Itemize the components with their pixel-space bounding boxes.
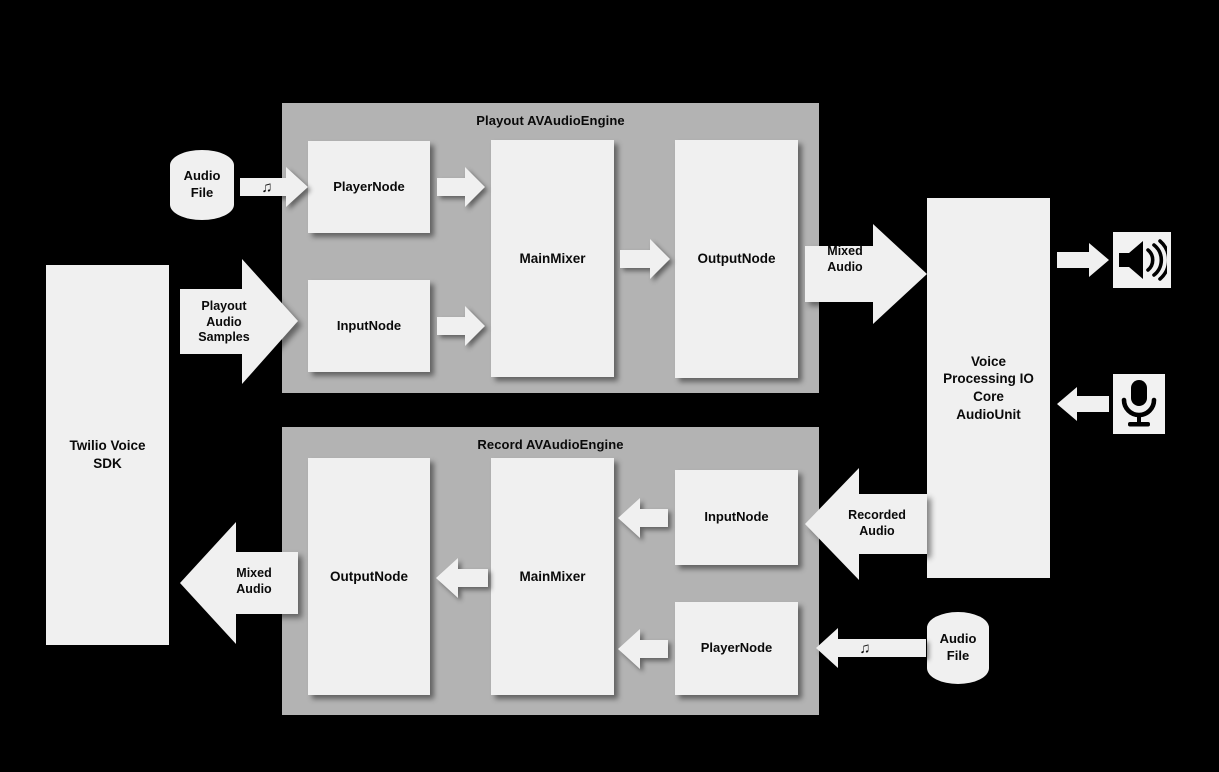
record-output-node: OutputNode	[308, 458, 430, 695]
arrow-mixed-audio-to-sdk	[180, 522, 298, 644]
audio-file-top-line2: File	[190, 185, 214, 200]
arrow-mixer-to-output-record	[436, 558, 488, 598]
audiounit-line2: Processing IO	[943, 371, 1034, 387]
arrow-player-to-mixer-record	[618, 629, 668, 669]
speaker-icon	[1113, 232, 1171, 288]
diagram-canvas: Playout AVAudioEngine PlayerNode InputNo…	[0, 0, 1219, 772]
arrow-mixed-audio-to-audiounit	[805, 224, 927, 324]
record-engine-title: Record AVAudioEngine	[477, 437, 624, 452]
audio-file-bottom-line1: Audio	[939, 631, 977, 647]
playout-input-node: InputNode	[308, 280, 430, 372]
arrow-input-to-mixer-playout	[437, 306, 485, 346]
audio-file-bottom-line2: File	[946, 648, 970, 663]
playout-engine-title: Playout AVAudioEngine	[476, 113, 625, 128]
arrow-recorded-audio	[805, 468, 927, 580]
arrow-mixer-to-output-playout	[620, 239, 670, 279]
playout-player-node: PlayerNode	[308, 141, 430, 233]
audio-file-top-cylinder: Audio File	[170, 150, 234, 220]
voice-processing-io-audiounit-box: Voice Processing IO Core AudioUnit	[927, 198, 1050, 578]
arrow-audiofile-to-player-record	[816, 628, 926, 668]
arrow-playout-audio-samples	[180, 259, 298, 384]
audiounit-line3: Core	[973, 389, 1004, 404]
arrow-microphone-to-audiounit	[1057, 387, 1109, 421]
playout-output-node: OutputNode	[675, 140, 798, 378]
audiounit-line4: AudioUnit	[956, 406, 1021, 422]
arrow-audiounit-to-speaker	[1057, 243, 1109, 277]
twilio-voice-sdk-box: Twilio Voice SDK	[46, 265, 169, 645]
record-main-mixer: MainMixer	[491, 458, 614, 695]
twilio-sdk-label-line1: Twilio Voice	[69, 438, 146, 454]
arrow-input-to-mixer-record	[618, 498, 668, 538]
audiounit-line1: Voice	[970, 353, 1006, 369]
record-input-node: InputNode	[675, 470, 798, 565]
audio-file-top-line1: Audio	[183, 168, 221, 184]
audio-file-bottom-cylinder: Audio File	[927, 612, 989, 684]
playout-main-mixer: MainMixer	[491, 140, 614, 377]
record-player-node: PlayerNode	[675, 602, 798, 695]
arrow-audiofile-to-player-playout	[240, 167, 308, 207]
twilio-sdk-label-line2: SDK	[93, 456, 122, 471]
arrow-player-to-mixer-playout	[437, 167, 485, 207]
microphone-icon	[1113, 374, 1165, 434]
